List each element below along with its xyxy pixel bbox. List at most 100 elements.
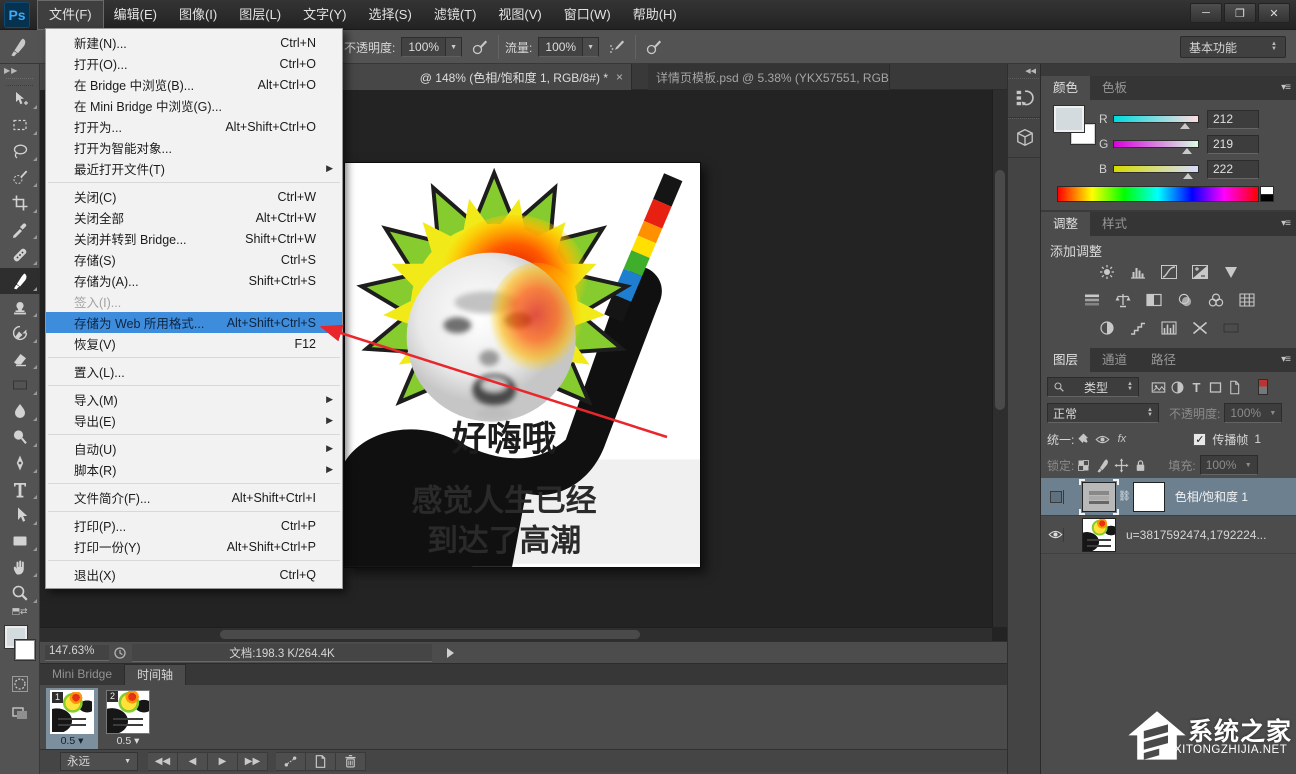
- file-menu-item-17[interactable]: 置入(L)...: [46, 361, 342, 382]
- file-menu-item-20[interactable]: 导出(E)▶: [46, 410, 342, 431]
- tab-mini-bridge[interactable]: Mini Bridge: [40, 664, 124, 685]
- tab-adjustments[interactable]: 调整: [1041, 212, 1090, 236]
- channel-value-input[interactable]: 212: [1207, 110, 1259, 129]
- tab-1-close-icon[interactable]: ×: [616, 70, 623, 84]
- menubar-item-10[interactable]: 帮助(H): [622, 1, 688, 29]
- file-menu-item-12[interactable]: 存储为(A)...Shift+Ctrl+S: [46, 270, 342, 291]
- screen-mode-icon[interactable]: [0, 698, 40, 726]
- blur-tool[interactable]: [0, 398, 40, 424]
- unify-style-icon[interactable]: fx: [1112, 430, 1131, 448]
- lasso-tool[interactable]: [0, 138, 40, 164]
- workspace-switcher[interactable]: 基本功能 ▲▼: [1180, 36, 1286, 58]
- layer-mask-link-icon[interactable]: ⛓: [1118, 491, 1131, 502]
- menubar-item-9[interactable]: 窗口(W): [553, 1, 622, 29]
- tab-timeline[interactable]: 时间轴: [124, 664, 186, 685]
- frame-delay-dropdown[interactable]: 0.5 ▾: [46, 735, 98, 747]
- layer-1-name[interactable]: 色相/饱和度 1: [1175, 488, 1248, 505]
- file-menu-item-27[interactable]: 打印(P)...Ctrl+P: [46, 515, 342, 536]
- previous-frame-button[interactable]: ◀: [178, 752, 208, 771]
- canvas-document[interactable]: 好嗨哦 感觉人生已经 到达了高潮: [344, 162, 701, 568]
- filter-smart-object-icon[interactable]: [1225, 378, 1244, 396]
- first-frame-button[interactable]: ◀◀: [148, 752, 178, 771]
- channel-value-input[interactable]: 219: [1207, 135, 1259, 154]
- file-menu-item-10[interactable]: 关闭并转到 Bridge...Shift+Ctrl+W: [46, 228, 342, 249]
- file-menu-item-23[interactable]: 脚本(R)▶: [46, 459, 342, 480]
- posterize-adjustment-icon[interactable]: [1126, 318, 1150, 338]
- menubar-item-5[interactable]: 文字(Y): [292, 1, 357, 29]
- threshold-adjustment-icon[interactable]: [1157, 318, 1181, 338]
- tab-styles[interactable]: 样式: [1090, 212, 1139, 236]
- gradient-tool[interactable]: [0, 372, 40, 398]
- zoom-level-field[interactable]: 147.63%: [45, 645, 109, 661]
- layers-panel-menu-icon[interactable]: ▾≡: [1281, 354, 1290, 365]
- zoom-tool[interactable]: [0, 580, 40, 606]
- tween-button[interactable]: [276, 752, 306, 771]
- flow-input[interactable]: 100%▼: [538, 37, 599, 57]
- channel-slider[interactable]: [1113, 165, 1199, 173]
- spectrum-black-swatch[interactable]: [1260, 194, 1274, 202]
- vibrance-adjustment-icon[interactable]: [1219, 262, 1243, 282]
- photo-filter-adjustment-icon[interactable]: [1173, 290, 1197, 310]
- size-pressure-icon[interactable]: [642, 35, 666, 59]
- tab-document-2[interactable]: 详情页模板.psd @ 5.38% (YKX57551, RGB/8) * ×: [648, 64, 890, 90]
- path-selection-tool[interactable]: [0, 502, 40, 528]
- unify-visibility-icon[interactable]: [1093, 430, 1112, 448]
- curves-adjustment-icon[interactable]: [1157, 262, 1181, 282]
- menubar-item-7[interactable]: 滤镜(T): [423, 1, 488, 29]
- layer-row-image[interactable]: u=3817592474,1792224...: [1041, 516, 1296, 554]
- pen-tool[interactable]: [0, 450, 40, 476]
- selective-color-adjustment-icon[interactable]: [1188, 318, 1212, 338]
- foreground-color-well[interactable]: [1054, 106, 1084, 132]
- opacity-pressure-icon[interactable]: [468, 35, 492, 59]
- frame-delay-dropdown[interactable]: 0.5 ▾: [102, 735, 154, 747]
- file-menu-item-8[interactable]: 关闭(C)Ctrl+W: [46, 186, 342, 207]
- color-spectrum-ramp[interactable]: [1057, 186, 1259, 202]
- menubar-item-6[interactable]: 选择(S): [357, 1, 422, 29]
- adjustments-panel-menu-icon[interactable]: ▾≡: [1281, 218, 1290, 229]
- shape-tool[interactable]: [0, 528, 40, 554]
- history-brush-tool[interactable]: [0, 320, 40, 346]
- horizontal-scrollbar[interactable]: [40, 627, 992, 641]
- unify-position-icon[interactable]: [1074, 430, 1093, 448]
- file-menu-item-19[interactable]: 导入(M)▶: [46, 389, 342, 410]
- file-menu-item-0[interactable]: 新建(N)...Ctrl+N: [46, 32, 342, 53]
- levels-adjustment-icon[interactable]: [1126, 262, 1150, 282]
- tab-swatches[interactable]: 色板: [1090, 76, 1139, 100]
- quick-mask-icon[interactable]: [0, 670, 40, 698]
- file-menu-item-3[interactable]: 在 Mini Bridge 中浏览(G)...: [46, 95, 342, 116]
- quick-selection-tool[interactable]: [0, 164, 40, 190]
- layer-1-visibility-toggle[interactable]: [1048, 490, 1064, 504]
- lock-pixels-icon[interactable]: [1093, 456, 1112, 474]
- hue-saturation-adjustment-icon[interactable]: [1080, 290, 1104, 310]
- filter-shape-layers-icon[interactable]: [1206, 378, 1225, 396]
- eraser-tool[interactable]: [0, 346, 40, 372]
- tab-paths[interactable]: 路径: [1139, 348, 1188, 372]
- gradient-map-adjustment-icon[interactable]: [1219, 318, 1243, 338]
- filter-adjustment-layers-icon[interactable]: [1168, 378, 1187, 396]
- status-flyout-icon[interactable]: [447, 648, 454, 658]
- file-menu-item-9[interactable]: 关闭全部Alt+Ctrl+W: [46, 207, 342, 228]
- animation-frame-1[interactable]: 10.5 ▾: [46, 688, 98, 750]
- menubar-item-1[interactable]: 文件(F): [38, 1, 103, 29]
- document-info[interactable]: 文档:198.3 K/264.4K: [132, 644, 432, 662]
- play-button[interactable]: ▶: [208, 752, 238, 771]
- layer-2-name[interactable]: u=3817592474,1792224...: [1126, 528, 1266, 542]
- properties-panel-icon[interactable]: [1008, 118, 1041, 158]
- layer-2-visibility-toggle[interactable]: [1048, 528, 1064, 542]
- black-white-adjustment-icon[interactable]: [1142, 290, 1166, 310]
- clone-stamp-tool[interactable]: [0, 294, 40, 320]
- menubar-item-2[interactable]: 编辑(E): [103, 1, 168, 29]
- filter-type-layers-icon[interactable]: T: [1187, 378, 1206, 396]
- tab-color[interactable]: 颜色: [1041, 76, 1090, 100]
- brush-tool[interactable]: [0, 268, 40, 294]
- layer-row-adjustment[interactable]: ⛓ 色相/饱和度 1: [1041, 478, 1296, 516]
- eyedropper-tool[interactable]: [0, 216, 40, 242]
- delete-frame-button[interactable]: [336, 752, 366, 771]
- lock-all-icon[interactable]: [1131, 456, 1150, 474]
- close-button[interactable]: ✕: [1258, 3, 1290, 23]
- airbrush-icon[interactable]: [605, 35, 629, 59]
- file-menu-item-14[interactable]: 存储为 Web 所用格式...Alt+Shift+Ctrl+S: [46, 312, 342, 333]
- file-menu-item-1[interactable]: 打开(O)...Ctrl+O: [46, 53, 342, 74]
- file-menu-item-4[interactable]: 打开为...Alt+Shift+Ctrl+O: [46, 116, 342, 137]
- file-menu-item-6[interactable]: 最近打开文件(T)▶: [46, 158, 342, 179]
